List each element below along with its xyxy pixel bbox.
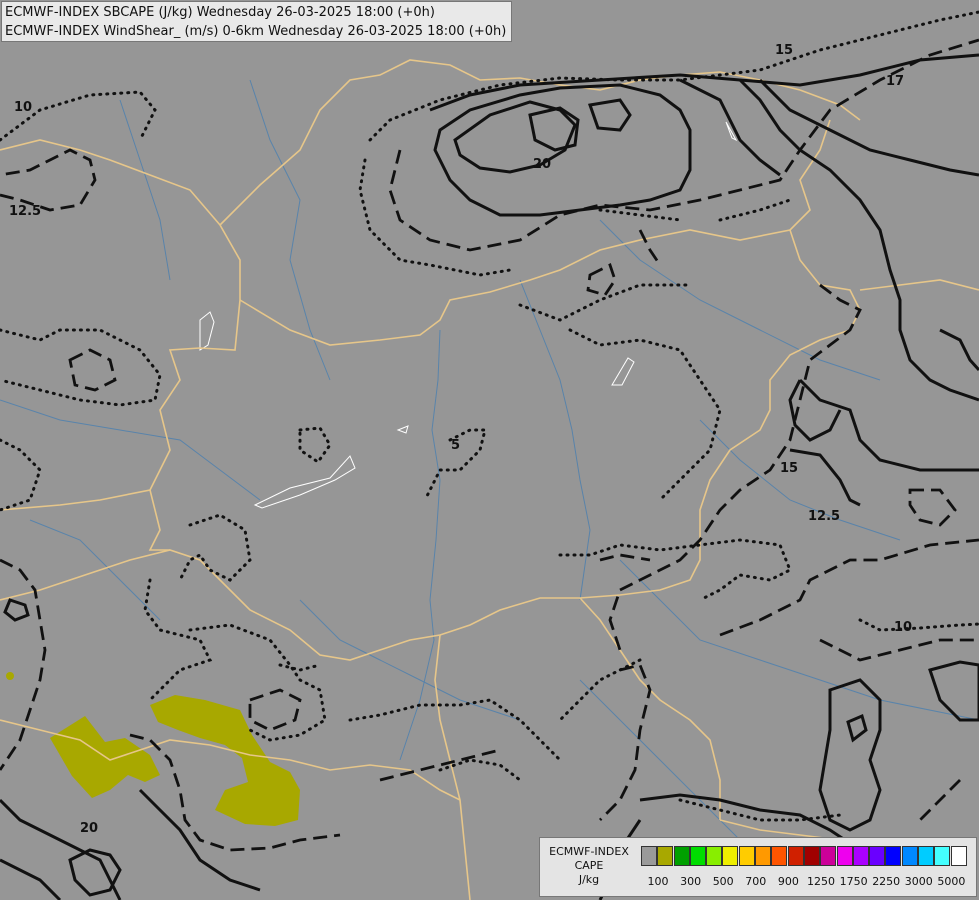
legend-swatch xyxy=(885,846,902,866)
legend-swatch xyxy=(803,846,820,866)
contour-label: 20 xyxy=(80,821,98,836)
legend-swatch xyxy=(869,846,886,866)
legend-swatch xyxy=(918,846,935,866)
legend-tick-label: 300 xyxy=(680,875,702,888)
contour-label: 15 xyxy=(775,43,793,58)
legend-tick-label: 900 xyxy=(777,875,799,888)
contour-label: 10 xyxy=(894,620,912,635)
legend-tick-label: 3000 xyxy=(904,875,933,888)
legend-swatch xyxy=(755,846,772,866)
legend-label: ECMWF-INDEX CAPE J/kg xyxy=(544,845,634,887)
legend-tick-label: 100 xyxy=(647,875,669,888)
legend-ticks: 100 300 500 700 900 1250 1750 2250 3000 5000 xyxy=(646,875,976,889)
contour-label: 12.5 xyxy=(808,509,840,524)
legend-swatch xyxy=(901,846,918,866)
legend-swatch xyxy=(836,846,853,866)
contour-label: 5 xyxy=(451,438,460,453)
legend-unit: J/kg xyxy=(578,873,600,886)
legend-model: ECMWF-INDEX xyxy=(549,845,629,858)
legend-tick-label: 1750 xyxy=(839,875,868,888)
legend-tick-label: 2250 xyxy=(872,875,901,888)
legend-swatch xyxy=(820,846,837,866)
legend-swatch xyxy=(689,846,706,866)
legend-swatch xyxy=(641,846,657,866)
forecast-map: 10 12.5 15 17 20 5 10 12.5 15 20 xyxy=(0,0,979,900)
legend-swatch xyxy=(934,846,951,866)
legend-tick-label: 5000 xyxy=(937,875,966,888)
legend-swatch xyxy=(722,846,739,866)
legend-swatches xyxy=(641,846,967,866)
title-windshear: ECMWF-INDEX WindShear_ (m/s) 0-6km Wedne… xyxy=(5,24,507,39)
legend-swatch xyxy=(950,846,967,866)
legend-swatch xyxy=(852,846,869,866)
legend-tick-label: 500 xyxy=(712,875,734,888)
color-legend: ECMWF-INDEX CAPE J/kg 100 300 500 700 900 125… xyxy=(539,837,977,897)
legend-swatch xyxy=(771,846,788,866)
legend-field: CAPE xyxy=(574,859,604,872)
legend-swatch xyxy=(657,846,674,866)
legend-tick-label: 1250 xyxy=(807,875,835,888)
legend-swatch xyxy=(673,846,690,866)
legend-swatch xyxy=(787,846,804,866)
legend-swatch xyxy=(738,846,755,866)
contour-label: 10 xyxy=(14,100,32,115)
map-title-box: ECMWF-INDEX SBCAPE (J/kg) Wednesday 26-0… xyxy=(1,1,512,42)
contour-label: 20 xyxy=(533,157,551,172)
contour-label: 17 xyxy=(886,74,904,89)
legend-tick-label: 700 xyxy=(745,875,767,888)
contour-label: 12.5 xyxy=(9,204,41,219)
legend-swatch xyxy=(706,846,723,866)
title-sbcape: ECMWF-INDEX SBCAPE (J/kg) Wednesday 26-0… xyxy=(5,5,435,20)
contour-label: 15 xyxy=(780,461,798,476)
